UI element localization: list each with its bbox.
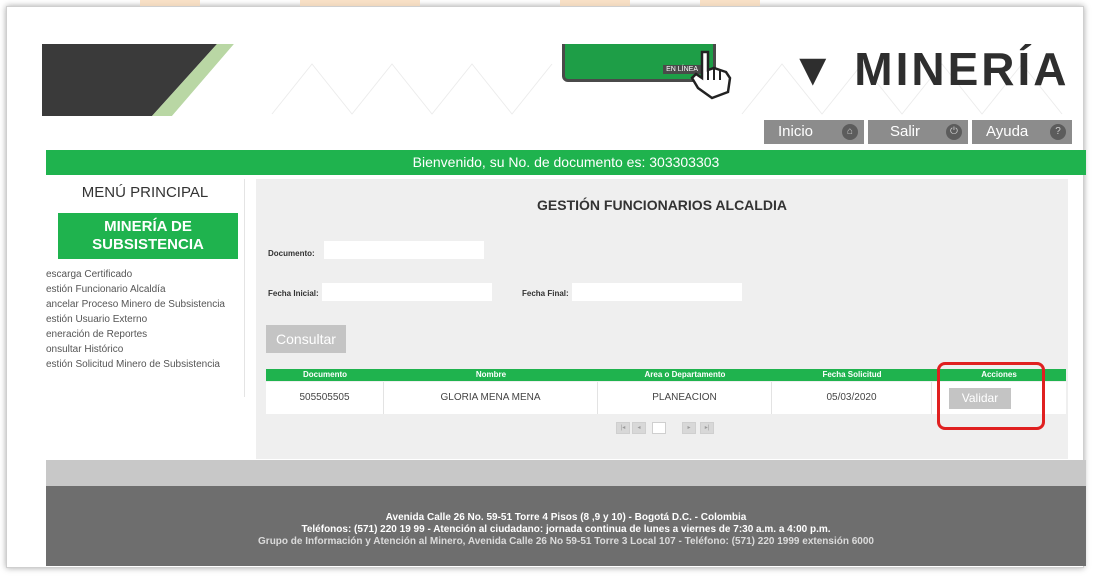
documento-input[interactable] — [324, 241, 484, 259]
watermark-mark — [560, 0, 630, 6]
footer: Avenida Calle 26 No. 59-51 Torre 4 Pisos… — [46, 486, 1086, 566]
highlight-annotation — [937, 362, 1045, 430]
sidebar-item-descarga-certificado[interactable]: escarga Certificado — [46, 267, 244, 282]
nav-label-ayuda: Ayuda — [986, 123, 1029, 140]
first-page-icon[interactable]: |◂ — [616, 422, 630, 434]
exit-icon: ⏻ — [946, 124, 962, 140]
sidebar-item-gestion-funcionario[interactable]: estión Funcionario Alcaldía — [46, 282, 244, 297]
sidebar-item-cancelar-proceso[interactable]: ancelar Proceso Minero de Subsistencia — [46, 297, 244, 312]
watermark-mark — [300, 0, 420, 6]
welcome-bar: Bienvenido, su No. de documento es: 3033… — [46, 150, 1086, 175]
prev-page-icon[interactable]: ◂ — [632, 422, 646, 434]
nav-button-ayuda[interactable]: Ayuda ? — [972, 120, 1072, 144]
pointer-hand-icon — [690, 50, 732, 100]
nav-button-salir[interactable]: Salir ⏻ — [868, 120, 968, 144]
home-icon: ⌂ — [842, 124, 858, 140]
nav-label-inicio: Inicio — [778, 123, 814, 140]
footer-phones: Teléfonos: (571) 220 19 99 - Atención al… — [301, 524, 831, 535]
watermark-mark — [140, 0, 200, 6]
cell-area: PLANEACION — [598, 382, 772, 414]
page-indicator[interactable] — [652, 422, 666, 434]
footer-address: Avenida Calle 26 No. 59-51 Torre 4 Pisos… — [385, 512, 747, 523]
column-header-documento: Documento — [303, 370, 347, 379]
menu-title: MENÚ PRINCIPAL — [81, 184, 209, 201]
footer-info: Grupo de Información y Atención al Miner… — [258, 536, 874, 547]
cell-documento: 505505505 — [266, 382, 384, 414]
fecha-inicial-input[interactable] — [322, 283, 492, 301]
consultar-button[interactable]: Consultar — [266, 325, 346, 353]
nav-label-salir: Salir — [890, 123, 921, 140]
fecha-final-input[interactable] — [572, 283, 742, 301]
documento-label: Documento: — [268, 249, 315, 258]
cell-nombre: GLORIA MENA MENA — [384, 382, 598, 414]
nav-button-inicio[interactable]: Inicio ⌂ — [764, 120, 864, 144]
fecha-inicial-label: Fecha Inicial: — [268, 289, 319, 298]
menu-list: escarga Certificado estión Funcionario A… — [46, 267, 244, 372]
column-header-area: Area o Departamento — [644, 370, 726, 379]
sidebar-item-gestion-usuario-externo[interactable]: estión Usuario Externo — [46, 312, 244, 327]
page-title: GESTIÓN FUNCIONARIOS ALCALDIA — [537, 197, 787, 213]
menu-section-line2: SUBSISTENCIA — [92, 236, 204, 253]
cell-fecha: 05/03/2020 — [772, 382, 932, 414]
column-header-fecha: Fecha Solicitud — [822, 370, 882, 379]
sidebar-item-consultar-historico[interactable]: onsultar Histórico — [46, 342, 244, 357]
footer-strip — [46, 460, 1086, 486]
sidebar-item-gestion-solicitud[interactable]: estión Solicitud Minero de Subsistencia — [46, 357, 244, 372]
sidebar-item-generacion-reportes[interactable]: eneración de Reportes — [46, 327, 244, 342]
last-page-icon[interactable]: ▸| — [700, 422, 714, 434]
fecha-final-label: Fecha Final: — [522, 289, 569, 298]
header-banner: EN LÍNEA ▼ MINERÍA — [42, 44, 1082, 116]
brand-title: ▼ MINERÍA — [790, 44, 1070, 95]
watermark-mark — [700, 0, 760, 6]
menu-section-line1: MINERÍA DE — [104, 218, 192, 235]
column-header-nombre: Nombre — [475, 370, 507, 379]
next-page-icon[interactable]: ▸ — [682, 422, 696, 434]
menu-section-mineria[interactable]: MINERÍA DE SUBSISTENCIA — [58, 213, 238, 259]
help-icon: ? — [1050, 124, 1066, 140]
sidebar: MENÚ PRINCIPAL MINERÍA DE SUBSISTENCIA e… — [46, 179, 245, 397]
